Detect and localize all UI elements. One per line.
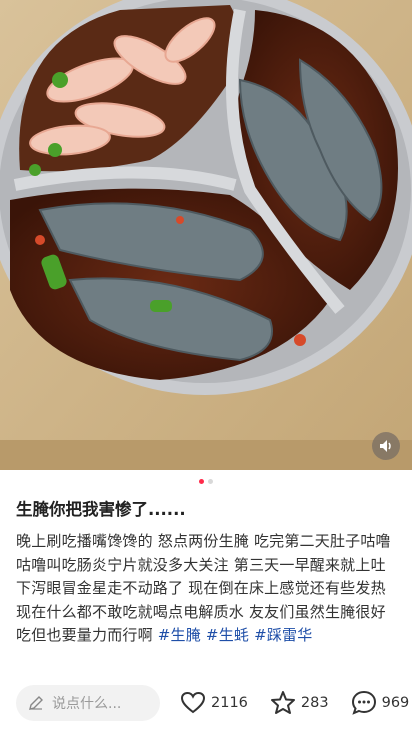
chat-bubble-icon [351, 690, 376, 715]
like-button[interactable]: 2116 [180, 691, 248, 715]
volume-icon [380, 440, 391, 452]
hashtag[interactable]: #生蚝 [206, 626, 249, 644]
interaction-bar: 说点什么... 2116 283 969 [0, 676, 412, 729]
post-title: 生腌你把我害惨了...... [16, 500, 186, 519]
carousel-dot[interactable] [208, 478, 213, 484]
heart-icon [180, 691, 206, 713]
raw-shrimp-bowl-image [0, 0, 412, 470]
comment-input[interactable]: 说点什么... [16, 684, 160, 721]
like-count: 2116 [211, 694, 248, 711]
favorite-button[interactable]: 283 [270, 690, 329, 715]
hashtag[interactable]: #踩雷华 [254, 626, 312, 644]
post-body-text: 晚上刷吃播嘴馋馋的 怒点两份生腌 吃完第二天肚子咕噜咕噜叫吃肠炎宁片就没多大关注… [16, 532, 391, 644]
carousel-indicator [0, 470, 412, 492]
hashtag[interactable]: #生腌 [158, 626, 201, 644]
carousel-dot-active[interactable] [199, 478, 204, 484]
star-icon [270, 691, 295, 714]
comment-button[interactable]: 969 [351, 690, 410, 715]
comment-count: 969 [381, 694, 410, 711]
post-body: 晚上刷吃播嘴馋馋的 怒点两份生腌 吃完第二天肚子咕噜咕噜叫吃肠炎宁片就没多大关注… [0, 522, 412, 657]
post-photo[interactable] [0, 0, 412, 470]
sound-toggle-button[interactable] [372, 432, 400, 460]
favorite-count: 283 [300, 694, 329, 711]
comment-placeholder: 说点什么... [52, 695, 122, 712]
pencil-icon [29, 695, 43, 710]
